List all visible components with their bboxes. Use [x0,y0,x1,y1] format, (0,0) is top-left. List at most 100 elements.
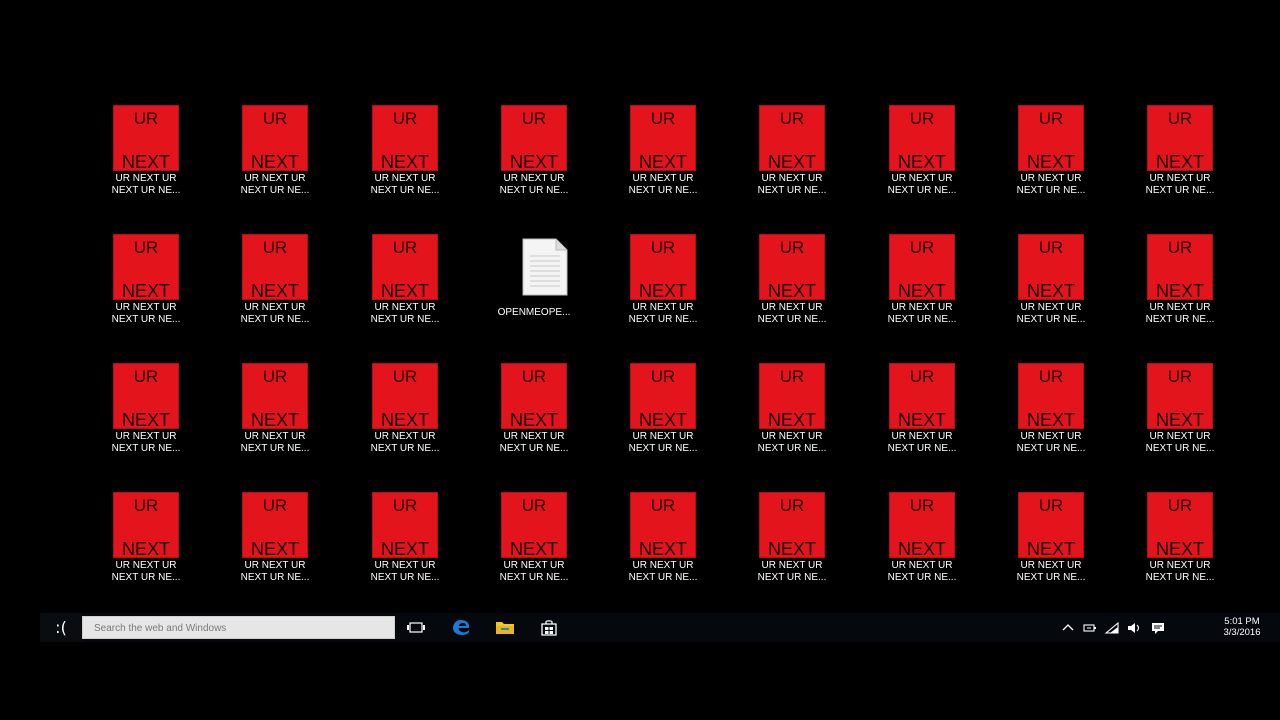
start-button[interactable]: :( [40,613,82,642]
tile-top-text: UR [1167,238,1193,257]
desktop-icon-ur-next[interactable]: UR NEXT UR NEXT UR NEXT UR NE... [1006,105,1096,205]
wifi-icon[interactable] [1104,620,1120,636]
desktop-icon-label: UR NEXT UR NEXT UR NE... [240,431,310,454]
desktop-icon-ur-next[interactable]: UR NEXT UR NEXT UR NEXT UR NE... [747,105,837,205]
desktop-icon-label: UR NEXT UR NEXT UR NE... [887,431,957,454]
tile-bottom-text: NEXT [1026,152,1075,172]
tile-top-text: UR [909,496,935,515]
tile-top-text: UR [1038,238,1064,257]
desktop-icon-ur-next[interactable]: UR NEXT UR NEXT UR NEXT UR NE... [230,105,320,205]
edge-browser-icon [453,620,470,635]
notification-icon[interactable] [1150,620,1166,636]
desktop-icon-label: OPENMEOPE... [497,307,571,318]
search-box[interactable] [82,616,395,640]
desktop-icon-label: UR NEXT UR NEXT UR NE... [370,560,440,583]
tile-top-text: UR [133,367,159,386]
file-explorer-button[interactable] [486,613,524,642]
search-input[interactable] [92,617,386,640]
clock-time: 5:01 PM [1224,616,1260,627]
desktop-icon-ur-next[interactable]: UR NEXT UR NEXT UR NEXT UR NE... [360,234,450,334]
tile-top-text: UR [521,367,547,386]
desktop-icon-ur-next[interactable]: UR NEXT UR NEXT UR NEXT UR NE... [747,492,837,592]
desktop-icon-label: UR NEXT UR NEXT UR NE... [240,302,310,325]
desktop-icon-ur-next[interactable]: UR NEXT UR NEXT UR NEXT UR NE... [1135,363,1225,463]
ur-next-image-icon: UR NEXT [501,363,567,430]
ur-next-image-icon: UR NEXT [889,492,955,559]
desktop-icon-ur-next[interactable]: UR NEXT UR NEXT UR NEXT UR NE... [618,105,708,205]
tile-bottom-text: NEXT [638,152,687,172]
desktop-icon-ur-next[interactable]: UR NEXT UR NEXT UR NEXT UR NE... [230,234,320,334]
volume-icon[interactable] [1126,620,1142,636]
desktop-icon-label: UR NEXT UR NEXT UR NE... [1016,431,1086,454]
edge-button[interactable] [442,613,480,642]
tile-bottom-text: NEXT [1155,281,1204,301]
desktop-icon-ur-next[interactable]: UR NEXT UR NEXT UR NEXT UR NE... [1135,234,1225,334]
desktop-icon-ur-next[interactable]: UR NEXT UR NEXT UR NEXT UR NE... [1006,363,1096,463]
ur-next-image-icon: UR NEXT [113,234,179,301]
desktop-icon-label: UR NEXT UR NEXT UR NE... [628,302,698,325]
desktop-icon-ur-next[interactable]: UR NEXT UR NEXT UR NEXT UR NE... [101,105,191,205]
desktop-icon-ur-next[interactable]: UR NEXT UR NEXT UR NEXT UR NE... [618,363,708,463]
desktop-icon-label: UR NEXT UR NEXT UR NE... [628,431,698,454]
tile-bottom-text: NEXT [638,539,687,559]
desktop-icon-ur-next[interactable]: UR NEXT UR NEXT UR NEXT UR NE... [489,105,579,205]
battery-icon[interactable] [1082,620,1098,636]
desktop-icon-ur-next[interactable]: UR NEXT UR NEXT UR NEXT UR NE... [1006,234,1096,334]
tile-top-text: UR [262,496,288,515]
desktop-icon-label: UR NEXT UR NEXT UR NE... [370,431,440,454]
desktop-icon-ur-next[interactable]: UR NEXT UR NEXT UR NEXT UR NE... [1135,492,1225,592]
desktop-icon-ur-next[interactable]: UR NEXT UR NEXT UR NEXT UR NE... [101,363,191,463]
clock-date: 3/3/2016 [1223,627,1261,638]
desktop-icon-label: UR NEXT UR NEXT UR NE... [111,302,181,325]
chevron-up-icon[interactable] [1060,620,1076,636]
desktop-icon-ur-next[interactable]: UR NEXT UR NEXT UR NEXT UR NE... [489,492,579,592]
desktop-icon-ur-next[interactable]: UR NEXT UR NEXT UR NEXT UR NE... [618,492,708,592]
desktop-icon-label: UR NEXT UR NEXT UR NE... [1145,560,1215,583]
desktop-icon-ur-next[interactable]: UR NEXT UR NEXT UR NEXT UR NE... [877,492,967,592]
desktop-icon-ur-next[interactable]: UR NEXT UR NEXT UR NEXT UR NE... [230,492,320,592]
desktop-icon-ur-next[interactable]: UR NEXT UR NEXT UR NEXT UR NE... [877,234,967,334]
desktop-icon-ur-next[interactable]: UR NEXT UR NEXT UR NEXT UR NE... [747,363,837,463]
store-button[interactable] [530,613,568,642]
desktop-icon-ur-next[interactable]: UR NEXT UR NEXT UR NEXT UR NE... [877,105,967,205]
desktop-icon-ur-next[interactable]: UR NEXT UR NEXT UR NEXT UR NE... [360,363,450,463]
desktop-icon-ur-next[interactable]: UR NEXT UR NEXT UR NEXT UR NE... [618,234,708,334]
desktop-icon-ur-next[interactable]: UR NEXT UR NEXT UR NEXT UR NE... [101,492,191,592]
tile-top-text: UR [392,496,418,515]
desktop-icon-label: UR NEXT UR NEXT UR NE... [240,560,310,583]
desktop-icon-ur-next[interactable]: UR NEXT UR NEXT UR NEXT UR NE... [360,492,450,592]
clock[interactable]: 5:01 PM 3/3/2016 [1214,616,1270,638]
ur-next-image-icon: UR NEXT [242,363,308,430]
desktop-icon-ur-next[interactable]: UR NEXT UR NEXT UR NEXT UR NE... [747,234,837,334]
task-view-button[interactable] [397,613,435,642]
tile-bottom-text: NEXT [380,281,429,301]
desktop-icon-label: UR NEXT UR NEXT UR NE... [240,173,310,196]
tile-bottom-text: NEXT [767,410,816,430]
tile-bottom-text: NEXT [509,539,558,559]
desktop-icon-ur-next[interactable]: UR NEXT UR NEXT UR NEXT UR NE... [230,363,320,463]
desktop-icon-ur-next[interactable]: UR NEXT UR NEXT UR NEXT UR NE... [877,363,967,463]
tile-top-text: UR [262,238,288,257]
ur-next-image-icon: UR NEXT [242,492,308,559]
ur-next-image-icon: UR NEXT [630,363,696,430]
tile-top-text: UR [521,496,547,515]
ur-next-image-icon: UR NEXT [1018,363,1084,430]
tile-bottom-text: NEXT [1155,539,1204,559]
tile-bottom-text: NEXT [121,281,170,301]
ur-next-image-icon: UR NEXT [501,492,567,559]
desktop-icon-label: UR NEXT UR NEXT UR NE... [887,302,957,325]
desktop-icon-ur-next[interactable]: UR NEXT UR NEXT UR NEXT UR NE... [1006,492,1096,592]
ur-next-image-icon: UR NEXT [372,105,438,172]
desktop-icon-ur-next[interactable]: UR NEXT UR NEXT UR NEXT UR NE... [489,363,579,463]
tile-bottom-text: NEXT [380,539,429,559]
ur-next-image-icon: UR NEXT [630,105,696,172]
ur-next-image-icon: UR NEXT [372,234,438,301]
tile-top-text: UR [262,367,288,386]
desktop-icon-ur-next[interactable]: UR NEXT UR NEXT UR NEXT UR NE... [101,234,191,334]
desktop-icon-text-file[interactable]: OPENMEOPE... [489,234,579,334]
ur-next-image-icon: UR NEXT [242,105,308,172]
desktop-icon-ur-next[interactable]: UR NEXT UR NEXT UR NEXT UR NE... [360,105,450,205]
tile-bottom-text: NEXT [1026,281,1075,301]
desktop-icon-ur-next[interactable]: UR NEXT UR NEXT UR NEXT UR NE... [1135,105,1225,205]
tile-top-text: UR [1167,109,1193,128]
